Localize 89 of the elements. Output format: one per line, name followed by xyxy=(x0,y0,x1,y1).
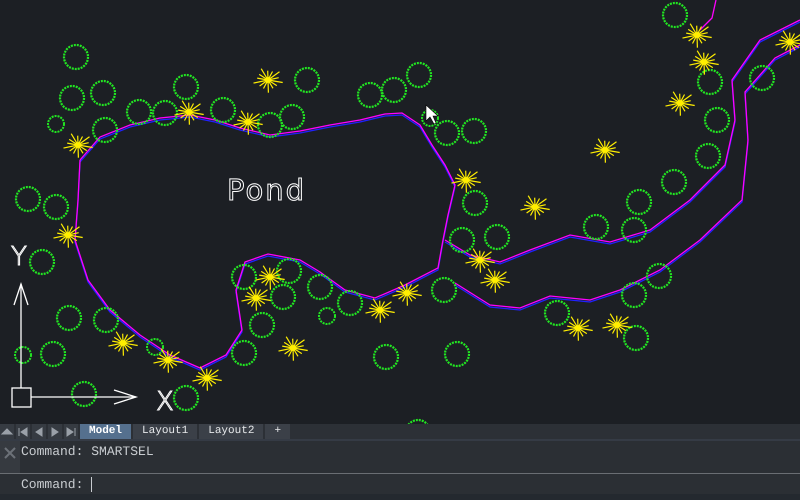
shrub-symbol xyxy=(108,331,138,356)
tree-symbol xyxy=(620,282,648,308)
tree-symbol xyxy=(694,142,722,170)
tree-symbol xyxy=(230,340,258,366)
shrub-symbol xyxy=(253,68,283,93)
ucs-axes-icon xyxy=(11,282,138,408)
shrub-symbol xyxy=(174,100,204,125)
tree-symbol xyxy=(210,96,236,124)
shrub-symbol xyxy=(53,223,83,248)
shrub-symbol xyxy=(255,265,285,290)
shrub-symbol xyxy=(241,286,271,311)
tree-symbol xyxy=(372,344,400,370)
tree-symbol xyxy=(626,188,652,216)
tree-symbol xyxy=(126,98,152,126)
x-axis-label: X xyxy=(156,387,174,417)
shrub-symbol xyxy=(682,23,712,48)
last-tab-icon[interactable] xyxy=(64,424,78,438)
layout-tab[interactable]: Layout1 xyxy=(133,424,198,439)
shrub-symbol xyxy=(233,110,263,135)
tree-symbol xyxy=(146,338,164,356)
tree-symbol xyxy=(484,224,510,250)
shrub-symbol xyxy=(192,366,222,391)
layout-tab[interactable]: Layout2 xyxy=(199,424,264,439)
tree-symbol xyxy=(448,226,476,254)
tree-symbol xyxy=(172,384,200,412)
command-history-line: Command: SMARTSEL xyxy=(21,444,154,459)
shrub-symbol xyxy=(775,30,800,55)
pointer-cursor-icon xyxy=(426,104,439,124)
tree-symbol xyxy=(306,274,334,300)
tree-symbol xyxy=(356,82,384,108)
tree-symbol xyxy=(294,66,320,94)
tree-symbol xyxy=(42,194,70,220)
tree-symbol xyxy=(748,64,776,92)
tree-symbol xyxy=(248,312,276,338)
tree-symbol xyxy=(444,340,470,368)
tree-symbol xyxy=(56,304,82,332)
tree-symbol xyxy=(380,76,408,104)
tree-symbol xyxy=(256,112,284,138)
layout-tab[interactable]: Model xyxy=(80,424,132,439)
tree-symbol xyxy=(276,258,302,284)
tree-symbol xyxy=(58,84,86,112)
tree-symbol xyxy=(406,62,432,88)
shrub-symbol xyxy=(665,91,695,116)
tree-symbol xyxy=(582,214,610,240)
shrub-symbol xyxy=(563,316,593,341)
tree-symbol xyxy=(270,284,296,310)
tree-symbol xyxy=(62,44,90,70)
tree-symbol xyxy=(28,248,56,276)
shrub-symbol xyxy=(590,138,620,163)
shrub-symbol xyxy=(602,313,632,338)
shrub-symbol xyxy=(480,268,510,293)
shrub-symbol xyxy=(365,298,395,323)
tree-symbol xyxy=(460,118,488,144)
tree-symbol xyxy=(230,264,258,290)
close-icon[interactable] xyxy=(4,447,16,459)
layout-tab[interactable]: + xyxy=(265,424,290,439)
tree-symbol xyxy=(544,300,570,326)
first-tab-icon[interactable] xyxy=(16,424,30,438)
shrub-symbol xyxy=(451,168,481,193)
tree-symbol xyxy=(696,68,724,96)
tree-symbol xyxy=(152,100,178,126)
shrub-symbol xyxy=(63,133,93,158)
pond-label: Pond xyxy=(227,173,306,207)
shrub-symbol xyxy=(392,281,422,306)
tree-symbol xyxy=(172,74,200,100)
tree-symbol xyxy=(14,346,32,364)
tree-symbol xyxy=(92,306,120,334)
shrub-symbol xyxy=(689,50,719,75)
tree-symbol xyxy=(622,324,650,352)
tree-symbol xyxy=(90,80,116,106)
tree-symbol xyxy=(430,276,458,304)
command-prompt: Command: xyxy=(21,476,84,492)
tree-symbol xyxy=(704,106,730,134)
tree-symbol xyxy=(662,2,688,28)
tree-symbol xyxy=(70,380,98,408)
shrub-symbol xyxy=(465,248,495,273)
tree-symbol xyxy=(14,186,42,212)
tree-symbol xyxy=(40,340,66,368)
y-axis-label: Y xyxy=(11,242,27,272)
tree-symbol xyxy=(646,262,672,290)
tree-symbol xyxy=(462,190,488,216)
tree-symbol xyxy=(278,104,306,130)
shrub-symbol xyxy=(153,348,183,373)
tree-symbol xyxy=(92,116,118,144)
shrub-symbol xyxy=(278,336,308,361)
tree-symbol xyxy=(47,115,65,133)
tree-symbol xyxy=(620,216,648,244)
tree-symbol xyxy=(660,168,688,196)
shrub-symbol xyxy=(520,195,550,220)
